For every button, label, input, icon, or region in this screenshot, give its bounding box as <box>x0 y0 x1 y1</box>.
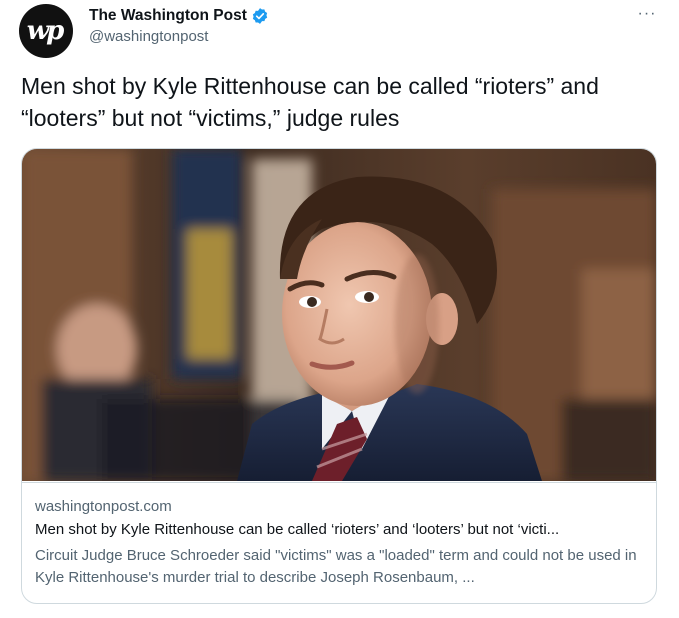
card-title[interactable]: Men shot by Kyle Rittenhouse can be call… <box>35 521 645 538</box>
author-handle[interactable]: @washingtonpost <box>89 28 269 45</box>
avatar-logo-text: wp <box>26 16 65 46</box>
avatar[interactable]: wp <box>19 4 73 58</box>
card-meta: washingtonpost.com Men shot by Kyle Ritt… <box>22 482 656 586</box>
tweet-text: Men shot by Kyle Rittenhouse can be call… <box>21 73 599 131</box>
link-preview-card[interactable]: washingtonpost.com Men shot by Kyle Ritt… <box>21 148 657 604</box>
verified-badge-icon <box>252 8 268 24</box>
author-name-row: The Washington Post <box>89 5 269 27</box>
author-name[interactable]: The Washington Post <box>89 7 247 25</box>
author-block: The Washington Post @washingtonpost <box>89 5 269 45</box>
more-options-button[interactable]: ··· <box>633 4 661 24</box>
card-description: Circuit Judge Bruce Schroeder said "vict… <box>35 547 637 586</box>
tweet: wp The Washington Post @washingtonpost ·… <box>0 0 679 618</box>
more-options-icon: ··· <box>637 5 657 22</box>
card-domain: washingtonpost.com <box>35 498 172 515</box>
card-image <box>22 149 656 481</box>
